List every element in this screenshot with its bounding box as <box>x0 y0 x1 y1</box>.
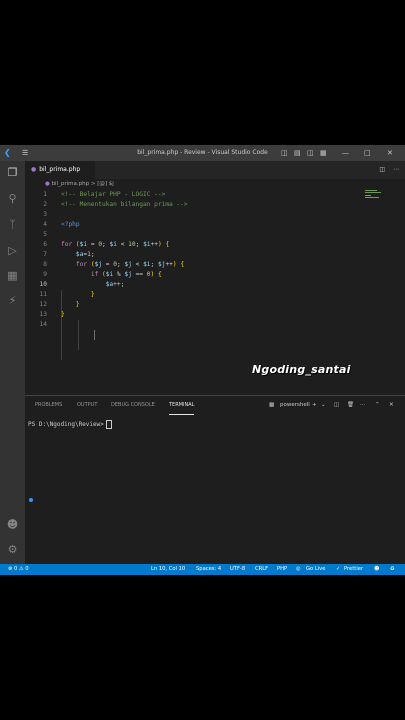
line-number: 4 <box>43 221 47 228</box>
code-text: if ($i % $j == 0) { <box>90 271 162 278</box>
search-icon[interactable]: ⚲ <box>5 191 20 206</box>
code-text: $a++; <box>105 281 125 288</box>
tab-debug-console[interactable]: DEBUG CONSOLE <box>111 396 155 414</box>
line-number: 1 <box>43 191 47 198</box>
line-number: 3 <box>43 211 47 218</box>
vscode-window: ❮ ☰ bil_prima.php - Review - Visual Stud… <box>0 145 405 575</box>
cursor-position[interactable]: Ln 10, Col 10 <box>151 564 185 575</box>
line-number: 13 <box>39 311 47 318</box>
close-panel-icon[interactable]: ✕ <box>389 396 394 414</box>
tab-problems[interactable]: PROBLEMS <box>35 396 62 414</box>
breadcrumb-separator: > <box>90 181 96 187</box>
notifications-icon[interactable]: ♻ <box>390 564 395 575</box>
line-number: 8 <box>43 261 47 268</box>
terminal-icon: ▩ <box>269 402 275 408</box>
code-text: } <box>90 291 95 298</box>
editor-tab-bar: ● bil_prima.php ◫ ⋯ <box>25 161 405 179</box>
tab-bil-prima[interactable]: ● bil_prima.php <box>25 161 95 179</box>
chevron-down-icon[interactable]: ⌄ <box>321 396 326 414</box>
line-number: 2 <box>43 201 47 208</box>
code-text: $a=1; <box>75 251 95 258</box>
account-icon[interactable]: ☻ <box>5 517 20 532</box>
trash-icon[interactable]: 🗑 <box>347 396 354 414</box>
title-bar: ❮ ☰ bil_prima.php - Review - Visual Stud… <box>0 145 405 161</box>
tab-label: bil_prima.php <box>39 166 81 173</box>
minimize-icon[interactable]: — <box>342 145 349 161</box>
bottom-panel: PROBLEMS OUTPUT DEBUG CONSOLE TERMINAL ▩… <box>25 395 405 565</box>
line-number: 12 <box>39 301 47 308</box>
broadcast-icon: ◎ <box>296 566 301 572</box>
prettier-button[interactable]: Prettier <box>344 564 363 575</box>
line-number: 9 <box>43 271 47 278</box>
run-debug-icon[interactable]: ▷ <box>5 243 20 258</box>
code-text: } <box>75 301 80 308</box>
eol[interactable]: CRLF <box>255 564 268 575</box>
watermark: Ngoding_santai <box>252 363 351 376</box>
explorer-icon[interactable]: ❐ <box>5 165 20 180</box>
settings-gear-icon[interactable]: ⚙ <box>5 542 20 557</box>
maximize-panel-icon[interactable]: ⌃ <box>375 396 380 414</box>
more-actions-icon[interactable]: ⋯ <box>393 161 399 179</box>
code-text: <!-- Belajar PHP - LOGIC --> <box>61 191 166 198</box>
php-file-icon: ● <box>45 181 50 187</box>
breadcrumb-file[interactable]: bil_prima.php <box>52 181 90 187</box>
indentation[interactable]: Spaces: 4 <box>196 564 221 575</box>
terminal-output[interactable]: PS D:\Ngoding\Review> <box>28 420 112 429</box>
shell-selector[interactable]: powershell <box>280 396 310 414</box>
terminal-cursor <box>105 420 112 429</box>
code-text: <?php <box>61 221 80 228</box>
split-editor-icon[interactable]: ◫ <box>379 161 385 179</box>
code-text: <!-- Menentukan bilangan prima --> <box>61 201 188 208</box>
source-control-icon[interactable]: ᛉ <box>5 217 20 232</box>
layout-sidebar-icon[interactable]: ◫ <box>281 145 288 161</box>
problems-count[interactable]: ⊗ 0 ⚠ 0 <box>8 564 29 575</box>
close-icon[interactable]: ✕ <box>387 145 393 161</box>
tab-output[interactable]: OUTPUT <box>77 396 97 414</box>
line-number: 11 <box>39 291 47 298</box>
breadcrumb-symbol[interactable]: [@] $j <box>97 181 114 187</box>
line-number: 6 <box>43 241 47 248</box>
language-mode[interactable]: PHP <box>277 564 287 575</box>
check-double-icon: ✓ <box>336 566 341 572</box>
line-number: 14 <box>39 321 47 328</box>
extensions-icon[interactable]: ▦ <box>5 268 20 283</box>
code-text: } <box>61 311 65 318</box>
tab-terminal[interactable]: TERMINAL <box>169 396 195 415</box>
split-terminal-icon[interactable]: ◫ <box>334 396 339 414</box>
terminal-dot <box>29 498 33 502</box>
layout-custom-icon[interactable]: ▦ <box>320 145 327 161</box>
terminal-prompt: PS D:\Ngoding\Review> <box>28 421 104 428</box>
feedback-icon[interactable]: ☻ <box>374 564 379 575</box>
go-live-button[interactable]: Go Live <box>306 564 325 575</box>
code-text: for ($j = 0; $j < $i; $j++) { <box>75 261 185 268</box>
indent-guide-active <box>94 330 95 340</box>
php-file-icon: ● <box>31 166 37 173</box>
layout-secondary-icon[interactable]: ◫ <box>307 145 314 161</box>
remote-icon[interactable]: ⚡ <box>5 293 20 308</box>
layout-panel-icon[interactable]: ▤ <box>294 145 301 161</box>
breadcrumb: ● bil_prima.php > [@] $j <box>25 179 114 189</box>
line-number: 7 <box>43 251 47 258</box>
status-bar: ⊗ 0 ⚠ 0 Ln 10, Col 10 Spaces: 4 UTF-8 CR… <box>0 564 405 575</box>
maximize-icon[interactable]: □ <box>364 145 371 161</box>
new-terminal-icon[interactable]: + <box>312 396 317 414</box>
line-number: 10 <box>39 281 47 288</box>
activity-bar: ❐ ⚲ ᛉ ▷ ▦ ⚡ ☻ ⚙ <box>0 161 25 564</box>
line-number: 5 <box>43 231 47 238</box>
code-text: for ($i = 0; $i < 10; $i++) { <box>61 241 170 248</box>
minimap[interactable] <box>365 190 383 200</box>
encoding[interactable]: UTF-8 <box>230 564 245 575</box>
more-actions-icon[interactable]: ⋯ <box>360 396 366 414</box>
indent-guide <box>78 320 79 350</box>
